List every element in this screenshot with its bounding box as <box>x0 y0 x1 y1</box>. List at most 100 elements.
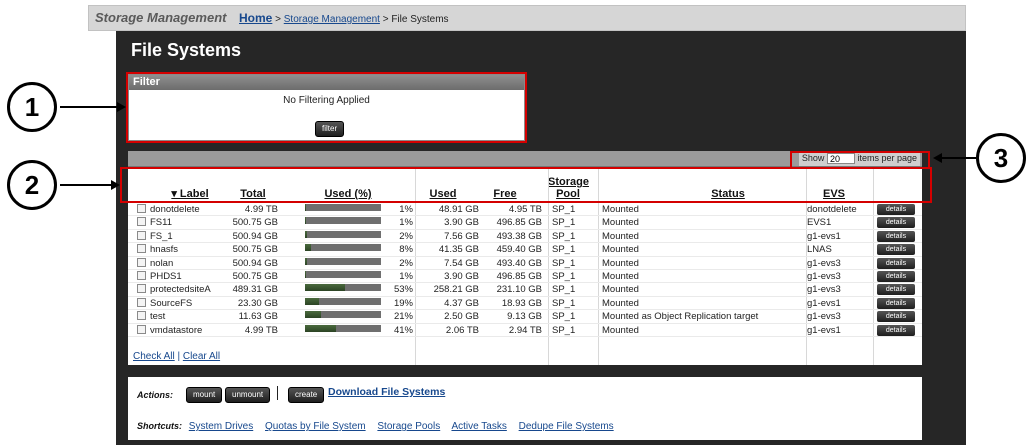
details-button[interactable]: details <box>877 217 915 229</box>
row-checkbox[interactable] <box>137 284 146 294</box>
details-button[interactable]: details <box>877 230 915 242</box>
table-row[interactable]: vmdatastore 4.99 TB 41% 2.06 TB 2.94 TB SP_1 M… <box>128 324 922 337</box>
top-bar: Storage Management Home > Storage Manage… <box>88 5 966 31</box>
cell-used-percent: 2% <box>399 257 413 269</box>
row-checkbox[interactable] <box>137 297 146 307</box>
breadcrumb-separator: > <box>379 14 392 25</box>
cell-free: 493.38 GB <box>496 230 542 242</box>
table-row[interactable]: test 11.63 GB 21% 2.50 GB 9.13 GB SP_1 Mounted… <box>128 310 922 324</box>
shortcut-storage-pools[interactable]: Storage Pools <box>377 421 440 432</box>
table-row[interactable]: nolan 500.94 GB 2% 7.54 GB 493.40 GB SP_1 Moun… <box>128 257 922 270</box>
cell-used: 41.35 GB <box>438 244 479 256</box>
table-row[interactable]: PHDS1 500.75 GB 1% 3.90 GB 496.85 GB SP_1 Moun… <box>128 270 922 284</box>
row-checkbox[interactable] <box>137 244 146 254</box>
details-button[interactable]: details <box>877 244 915 256</box>
shortcut-system-drives[interactable]: System Drives <box>189 421 253 432</box>
cell-status: Mounted <box>602 230 639 242</box>
check-all-link[interactable]: Check All <box>133 351 175 362</box>
table-row[interactable]: FS_1 500.94 GB 2% 7.56 GB 493.38 GB SP_1 Mount… <box>128 230 922 244</box>
callout-1-arrowhead <box>117 102 126 112</box>
cell-total: 4.99 TB <box>244 204 278 215</box>
cell-label: hnasfs <box>150 244 178 256</box>
callout-3-marker: 3 <box>976 133 1026 183</box>
breadcrumb-storage-management-link[interactable]: Storage Management <box>284 14 380 25</box>
cell-evs: g1-evs3 <box>807 270 841 282</box>
shortcut-active-tasks[interactable]: Active Tasks <box>451 421 506 432</box>
cell-used: 2.06 TB <box>445 324 479 336</box>
cell-free: 496.85 GB <box>496 217 542 229</box>
app-title: Storage Management <box>95 10 227 25</box>
used-percent-bar-fill <box>305 270 306 278</box>
mount-button[interactable]: mount <box>186 387 223 403</box>
callout-2-arrow <box>60 184 112 186</box>
used-percent-bar-fill <box>305 284 345 292</box>
cell-status: Mounted <box>602 257 639 269</box>
details-button[interactable]: details <box>877 204 915 215</box>
details-button[interactable]: details <box>877 311 915 323</box>
cell-label: nolan <box>150 257 174 269</box>
cell-status: Mounted <box>602 270 639 282</box>
table-row[interactable]: FS11 500.75 GB 1% 3.90 GB 496.85 GB SP_1 Mount… <box>128 216 922 230</box>
table-row[interactable]: SourceFS 23.30 GB 19% 4.37 GB 18.93 GB SP_1 Mo… <box>128 297 922 311</box>
row-checkbox[interactable] <box>137 204 146 213</box>
used-percent-bar-fill <box>305 244 311 252</box>
selection-links: Check All | Clear All <box>133 351 220 362</box>
table-row[interactable]: hnasfs 500.75 GB 8% 41.35 GB 459.40 GB SP_1 Mo… <box>128 243 922 257</box>
row-checkbox[interactable] <box>137 217 146 227</box>
row-checkbox[interactable] <box>137 324 146 334</box>
shortcut-quotas-by-file-system[interactable]: Quotas by File System <box>265 421 366 432</box>
cell-free: 496.85 GB <box>496 270 542 282</box>
cell-evs: g1-evs3 <box>807 284 841 296</box>
cell-free: 18.93 GB <box>501 297 542 309</box>
table-row[interactable]: donotdelete 4.99 TB 1% 48.91 GB 4.95 TB SP_1 M… <box>128 203 922 217</box>
callout-1-marker: 1 <box>7 82 57 132</box>
action-separator <box>277 386 278 400</box>
cell-label: FS_1 <box>150 230 173 242</box>
page-title: File Systems <box>131 40 242 60</box>
details-button[interactable]: details <box>877 284 915 296</box>
unmount-button[interactable]: unmount <box>225 387 271 403</box>
table-row[interactable]: protectedsiteA 489.31 GB 53% 258.21 GB 231.1… <box>128 283 922 297</box>
shortcut-dedupe-file-systems[interactable]: Dedupe File Systems <box>519 421 614 432</box>
cell-used-percent: 21% <box>393 311 413 323</box>
row-checkbox[interactable] <box>137 270 146 280</box>
used-percent-bar-fill <box>305 217 306 225</box>
create-button[interactable]: create <box>288 387 325 403</box>
cell-total: 500.94 GB <box>232 230 278 242</box>
cell-total: 500.75 GB <box>232 217 278 229</box>
cell-used-percent: 8% <box>399 244 413 256</box>
cell-storage-pool: SP_1 <box>552 257 576 269</box>
details-button[interactable]: details <box>877 257 915 269</box>
details-button[interactable]: details <box>877 270 915 282</box>
used-percent-bar <box>305 297 381 305</box>
cell-used: 3.90 GB <box>444 217 479 229</box>
callout-1-highlight <box>126 72 527 143</box>
used-percent-bar-fill <box>305 257 307 265</box>
used-percent-bar <box>305 270 381 278</box>
used-percent-bar-fill <box>305 204 306 211</box>
cell-evs: g1-evs1 <box>807 324 841 336</box>
details-button[interactable]: details <box>877 324 915 336</box>
cell-free: 493.40 GB <box>496 257 542 269</box>
used-percent-bar-fill <box>305 311 321 319</box>
cell-label: vmdatastore <box>150 324 203 336</box>
table-body: donotdelete 4.99 TB 1% 48.91 GB 4.95 TB SP_1 M… <box>128 203 922 337</box>
callout-2-highlight <box>120 167 932 203</box>
cell-free: 9.13 GB <box>507 311 542 323</box>
download-file-systems-link[interactable]: Download File Systems <box>328 386 445 398</box>
breadcrumb-home-link[interactable]: Home <box>239 11 272 25</box>
details-button[interactable]: details <box>877 297 915 309</box>
used-percent-bar-fill <box>305 297 319 305</box>
row-checkbox[interactable] <box>137 311 146 321</box>
cell-used: 7.54 GB <box>444 257 479 269</box>
clear-all-link[interactable]: Clear All <box>183 351 220 362</box>
cell-total: 500.94 GB <box>232 257 278 269</box>
callout-3-highlight <box>790 151 930 169</box>
cell-storage-pool: SP_1 <box>552 270 576 282</box>
row-checkbox[interactable] <box>137 257 146 267</box>
cell-storage-pool: SP_1 <box>552 311 576 323</box>
cell-status: Mounted <box>602 244 639 256</box>
cell-storage-pool: SP_1 <box>552 284 576 296</box>
cell-total: 11.63 GB <box>238 311 278 323</box>
row-checkbox[interactable] <box>137 230 146 240</box>
